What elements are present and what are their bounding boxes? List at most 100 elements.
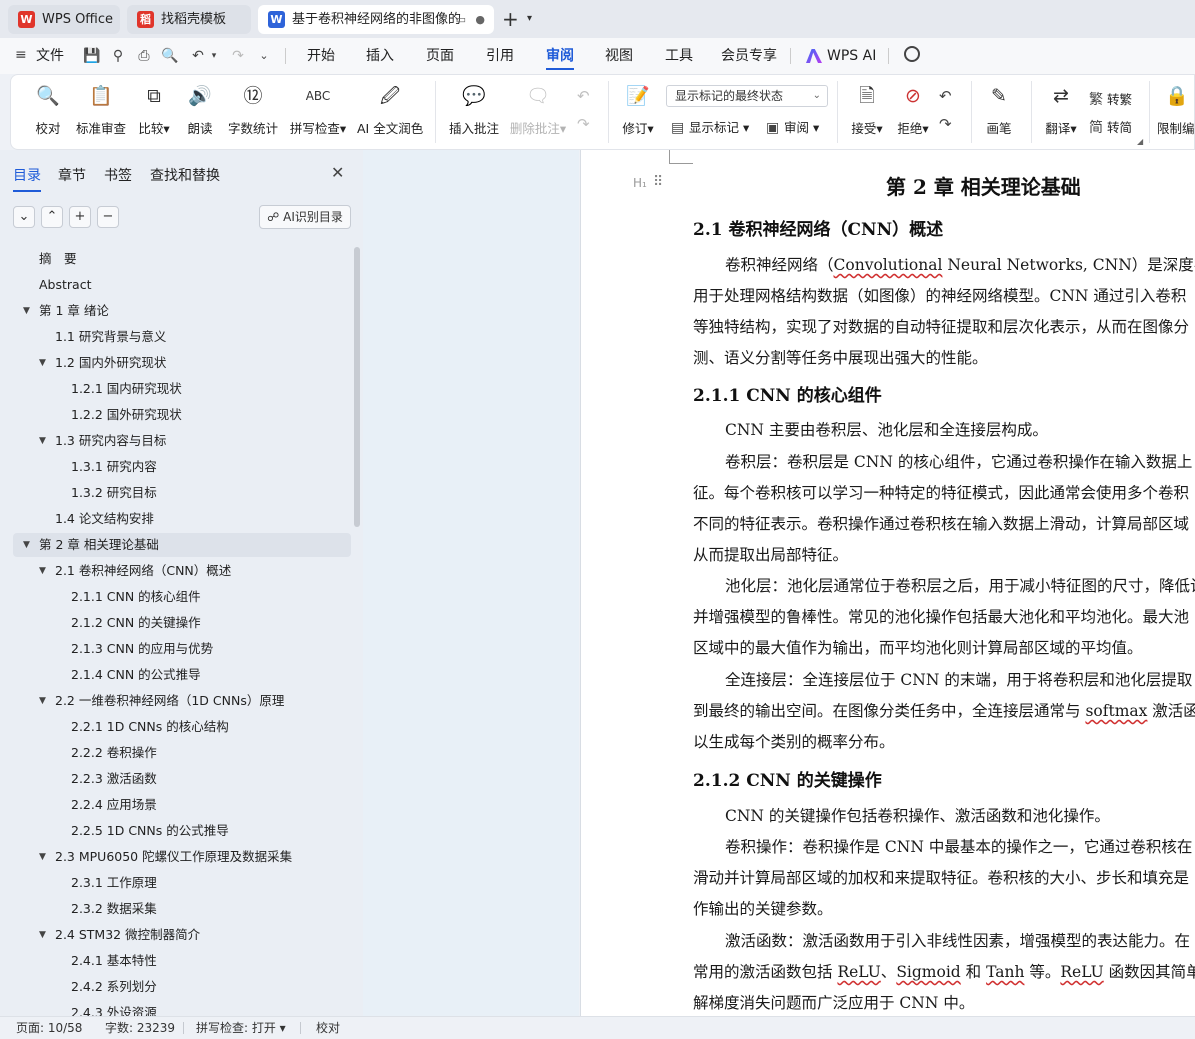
toc-item[interactable]: 1.3.1 研究内容 bbox=[71, 455, 157, 479]
menu-page[interactable]: 页面 bbox=[426, 38, 454, 74]
previous-comment-icon[interactable]: ↶ bbox=[577, 87, 590, 105]
tab-current-document[interactable]: W 基于卷积神经网络的非图像的 ▭ ● bbox=[258, 5, 494, 34]
menu-member[interactable]: 会员专享 bbox=[721, 38, 777, 74]
search-icon[interactable] bbox=[904, 46, 920, 62]
toc-item[interactable]: 2.2.5 1D CNNs 的公式推导 bbox=[71, 819, 229, 843]
show-markup-button[interactable]: ▤ 显示标记 ▾ bbox=[671, 117, 749, 136]
toc-item[interactable]: ▼ 第 1 章 绪论 bbox=[23, 299, 109, 323]
insert-comment-button[interactable]: 💬 插入批注 bbox=[447, 82, 501, 137]
toc-item[interactable]: 摘 要 bbox=[39, 247, 77, 271]
expand-toggle-icon[interactable]: ▼ bbox=[39, 923, 46, 947]
tab-find-replace[interactable]: 查找和替换 bbox=[150, 165, 220, 185]
delete-comment-button[interactable]: 🗨 删除批注▾ bbox=[507, 82, 569, 137]
page-indicator[interactable]: 页面: 10/58 bbox=[16, 1017, 82, 1039]
track-changes-button[interactable]: 📝 修订▾ bbox=[617, 82, 659, 137]
toc-item[interactable]: ▼ 2.1 卷积神经网络（CNN）概述 bbox=[39, 559, 231, 583]
toc-item[interactable]: ▼ 1.2 国内外研究现状 bbox=[39, 351, 166, 375]
toc-item[interactable]: 1.3.2 研究目标 bbox=[71, 481, 157, 505]
menu-file[interactable]: 文件 bbox=[36, 38, 64, 74]
tab-wps-office[interactable]: W WPS Office bbox=[8, 5, 120, 34]
tab-docer-templates[interactable]: 稻 找稻壳模板 bbox=[127, 5, 251, 34]
to-traditional-button[interactable]: 繁转繁 bbox=[1089, 89, 1132, 109]
tab-toc[interactable]: 目录 bbox=[13, 165, 41, 192]
menu-review[interactable]: 审阅 bbox=[546, 38, 574, 74]
toc-scrollbar[interactable] bbox=[354, 247, 360, 527]
toc-item[interactable]: ▼ 2.3 MPU6050 陀螺仪工作原理及数据采集 bbox=[39, 845, 292, 869]
menu-wps-ai[interactable]: WPS AI bbox=[827, 38, 876, 74]
print-preview-icon[interactable]: 🔍 bbox=[160, 46, 180, 66]
save-icon[interactable]: 💾 bbox=[82, 46, 102, 66]
menu-insert[interactable]: 插入 bbox=[366, 38, 394, 74]
hamburger-icon[interactable]: ≡ bbox=[15, 47, 27, 63]
heading-style-icon[interactable]: H₁ bbox=[633, 176, 647, 190]
toc-item[interactable]: ▼ 1.3 研究内容与目标 bbox=[39, 429, 166, 453]
toc-item[interactable]: 2.1.2 CNN 的关键操作 bbox=[71, 611, 201, 635]
toc-item[interactable]: 2.1.1 CNN 的核心组件 bbox=[71, 585, 201, 609]
toc-item[interactable]: 2.1.3 CNN 的应用与优势 bbox=[71, 637, 213, 661]
toc-item[interactable]: 2.4.1 基本特性 bbox=[71, 949, 157, 973]
close-icon[interactable]: ✕ bbox=[331, 163, 344, 182]
toc-item[interactable]: 2.4.2 系列划分 bbox=[71, 975, 157, 999]
tab-list-chevron-icon[interactable]: ▾ bbox=[527, 9, 532, 29]
toc-item[interactable]: 2.2.3 激活函数 bbox=[71, 767, 157, 791]
menu-view[interactable]: 视图 bbox=[605, 38, 633, 74]
spell-check-button[interactable]: ABC 拼写检查▾ bbox=[287, 82, 349, 137]
toc-item[interactable]: 2.2.1 1D CNNs 的核心结构 bbox=[71, 715, 229, 739]
to-simplified-button[interactable]: 简转简 bbox=[1089, 117, 1132, 137]
standard-review-button[interactable]: 📋 标准审查 bbox=[73, 82, 129, 137]
share-icon[interactable]: ⚲ bbox=[108, 46, 128, 66]
word-count-indicator[interactable]: 字数: 23239 bbox=[105, 1017, 175, 1039]
document-page[interactable]: H₁ ⠿ 第 2 章 相关理论基础 2.1 卷积神经网络（CNN）概述 卷积神经… bbox=[580, 150, 1195, 1016]
toc-item[interactable]: ▼ 2.2 一维卷积神经网络（1D CNNs）原理 bbox=[39, 689, 284, 713]
monitor-icon[interactable]: ▭ bbox=[456, 5, 466, 34]
expand-toggle-icon[interactable]: ▼ bbox=[39, 689, 46, 713]
toc-item[interactable]: 1.1 研究背景与意义 bbox=[55, 325, 166, 349]
expand-toggle-icon[interactable]: ▼ bbox=[39, 429, 46, 453]
expand-toggle-icon[interactable]: ▼ bbox=[23, 533, 30, 557]
toc-item[interactable]: Abstract bbox=[39, 273, 91, 297]
next-comment-icon[interactable]: ↷ bbox=[577, 115, 590, 133]
toc-item[interactable]: 2.1.4 CNN 的公式推导 bbox=[71, 663, 201, 687]
expand-toggle-icon[interactable]: ▼ bbox=[39, 845, 46, 869]
collapse-down-icon[interactable]: ⌄ bbox=[13, 206, 35, 228]
more-chevron-icon[interactable]: ⌄ bbox=[254, 46, 274, 66]
read-aloud-button[interactable]: 🔊 朗读 bbox=[183, 82, 217, 137]
toc-item[interactable]: 2.2.2 卷积操作 bbox=[71, 741, 157, 765]
previous-change-icon[interactable]: ↶ bbox=[939, 87, 952, 105]
remove-heading-icon[interactable]: − bbox=[97, 206, 119, 228]
toc-item[interactable]: ▼ 2.4 STM32 微控制器简介 bbox=[39, 923, 200, 947]
tab-chapters[interactable]: 章节 bbox=[58, 165, 86, 185]
compare-button[interactable]: ⧉ 比较▾ bbox=[133, 82, 175, 137]
add-heading-icon[interactable]: + bbox=[69, 206, 91, 228]
ai-toc-button[interactable]: ☍ AI识别目录 bbox=[259, 205, 351, 229]
redo-icon[interactable]: ↷ bbox=[228, 46, 248, 66]
toc-item[interactable]: 2.3.1 工作原理 bbox=[71, 871, 157, 895]
expand-up-icon[interactable]: ⌃ bbox=[41, 206, 63, 228]
new-tab-icon[interactable]: + bbox=[502, 7, 519, 31]
print-icon[interactable]: ⎙ bbox=[134, 46, 154, 66]
expand-toggle-icon[interactable]: ▼ bbox=[39, 351, 46, 375]
toc-item[interactable]: 1.2.1 国内研究现状 bbox=[71, 377, 182, 401]
toc-item[interactable]: 2.3.2 数据采集 bbox=[71, 897, 157, 921]
pen-button[interactable]: ✎ 画笔 bbox=[981, 82, 1017, 137]
next-change-icon[interactable]: ↷ bbox=[939, 115, 952, 133]
tab-bookmarks[interactable]: 书签 bbox=[104, 165, 132, 185]
menu-tools[interactable]: 工具 bbox=[665, 38, 693, 74]
unsaved-dot-icon[interactable]: ● bbox=[475, 5, 485, 34]
markup-mode-select[interactable]: 显示标记的最终状态 ⌄ bbox=[666, 85, 828, 107]
reject-button[interactable]: ⊘ 拒绝▾ bbox=[893, 82, 933, 137]
menu-home[interactable]: 开始 bbox=[307, 38, 335, 74]
proofread-indicator[interactable]: 校对 bbox=[316, 1017, 340, 1039]
translate-button[interactable]: ⇄ 翻译▾ bbox=[1041, 82, 1081, 137]
menu-references[interactable]: 引用 bbox=[486, 38, 514, 74]
toc-item[interactable]: 2.2.4 应用场景 bbox=[71, 793, 157, 817]
expand-toggle-icon[interactable]: ▼ bbox=[39, 559, 46, 583]
toc-item[interactable]: 1.4 论文结构安排 bbox=[55, 507, 154, 531]
ai-polish-button[interactable]: 🖉 AI 全文润色 bbox=[357, 82, 423, 137]
accept-button[interactable]: 🗎 接受▾ bbox=[847, 82, 887, 137]
undo-chevron-icon[interactable]: ▾ bbox=[204, 46, 224, 66]
toc-item-selected[interactable]: ▼ 第 2 章 相关理论基础 bbox=[13, 533, 351, 557]
proofread-button[interactable]: 🔍 校对 bbox=[31, 82, 65, 137]
toc-item[interactable]: 2.4.3 外设资源 bbox=[71, 1001, 157, 1016]
toc-item[interactable]: 1.2.2 国外研究现状 bbox=[71, 403, 182, 427]
